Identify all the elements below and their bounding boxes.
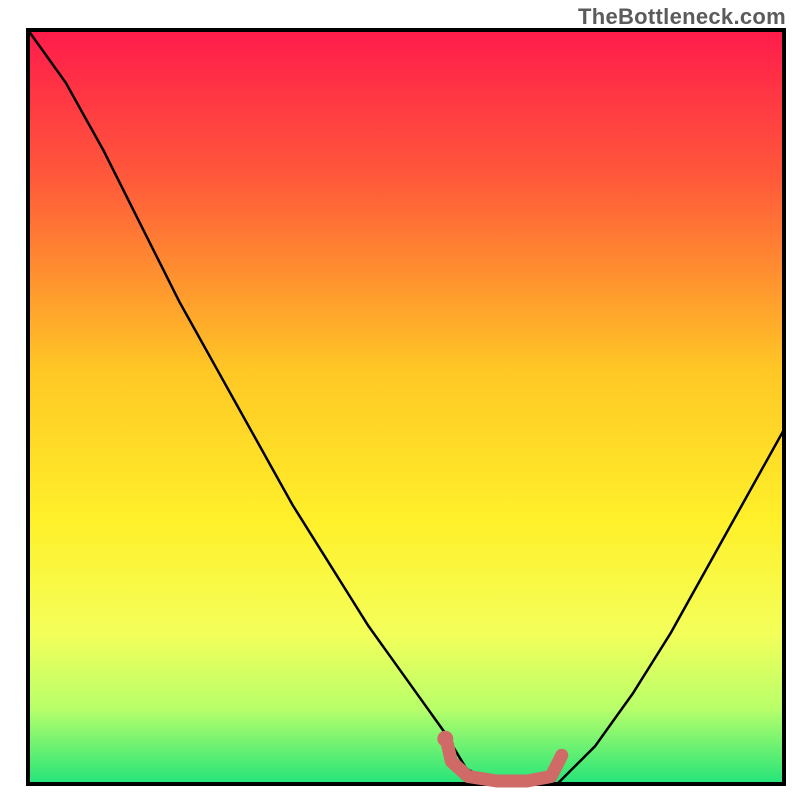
plot-background bbox=[28, 30, 784, 784]
bottleneck-chart bbox=[0, 0, 800, 800]
optimal-region-dot bbox=[437, 731, 453, 747]
